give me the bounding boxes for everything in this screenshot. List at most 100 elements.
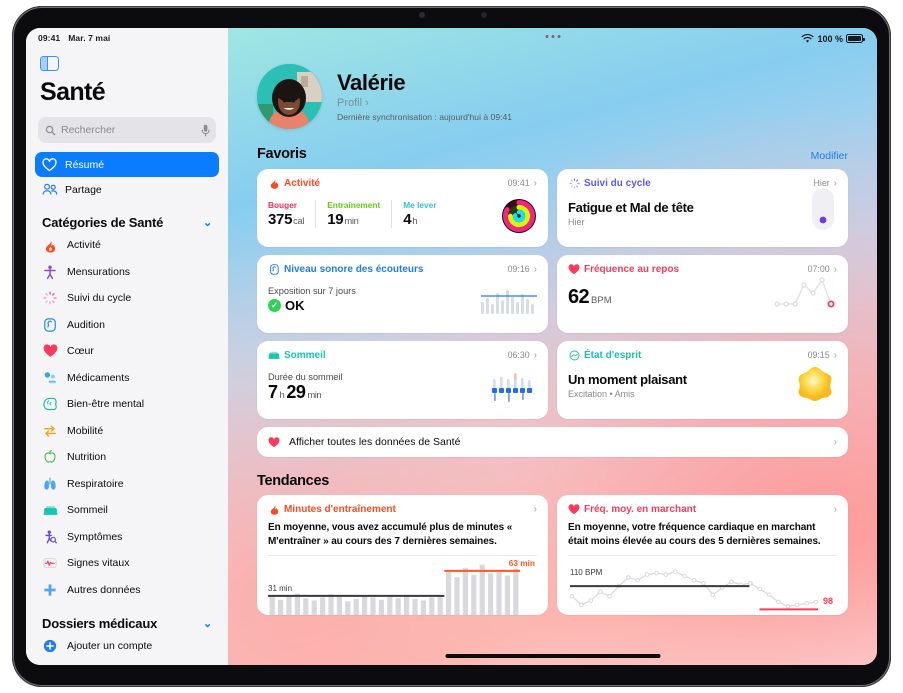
card-header: Minutes d'entraînement › xyxy=(268,503,537,515)
sleep-hours-unit: h xyxy=(279,390,285,401)
sidebar-records-label: Dossiers médicaux xyxy=(42,616,158,631)
sidebar-records-list: Ajouter un compte xyxy=(26,633,228,660)
card-header: Suivi du cycle Hier › xyxy=(568,177,837,189)
sidebar-item-medicaments[interactable]: Médicaments xyxy=(35,365,219,392)
sidebar-item-label: Ajouter un compte xyxy=(67,640,153,653)
check-icon: ✓ xyxy=(268,299,281,312)
sidebar-item-label: Autres données xyxy=(67,583,141,596)
sidebar-item-label: Signes vitaux xyxy=(67,557,130,570)
search-input[interactable] xyxy=(61,124,196,136)
sidebar-item-autres-donnees[interactable]: Autres données xyxy=(35,577,219,604)
card-state-of-mind[interactable]: État d'esprit 09:15 › Un moment plaisant… xyxy=(557,341,848,419)
metric-value: 375 xyxy=(268,211,293,228)
card-title: Activité xyxy=(284,177,321,189)
page-title: Santé xyxy=(40,78,106,106)
card-title: Fréquence au repos xyxy=(584,263,680,275)
show-all-health-data-row[interactable]: Afficher toutes les données de Santé › xyxy=(257,427,848,457)
chart-highlight-label: 63 min xyxy=(508,558,535,568)
card-headphone-levels[interactable]: Niveau sonore des écouteurs 09:16 › Expo… xyxy=(257,255,548,333)
headphone-summary: Exposition sur 7 jours ✓ OK xyxy=(268,286,356,313)
heart-icon xyxy=(42,343,58,359)
sidebar-item-label: Suivi du cycle xyxy=(67,292,132,305)
lungs-icon xyxy=(42,476,58,492)
sidebar-toggle-icon[interactable] xyxy=(40,56,59,71)
sidebar-item-bien-etre-mental[interactable]: Bien-être mental xyxy=(35,391,219,418)
sidebar-item-coeur[interactable]: Cœur xyxy=(35,338,219,365)
card-cycle-tracking[interactable]: Suivi du cycle Hier › Fatigue et Mal de … xyxy=(557,169,848,247)
trends-title: Tendances xyxy=(257,473,329,489)
brain-icon xyxy=(42,396,58,412)
chevron-down-icon[interactable]: ⌄ xyxy=(203,617,212,630)
flame-icon xyxy=(268,177,280,189)
scroll-area[interactable]: Valérie Profil › Dernière synchronisatio… xyxy=(228,49,877,665)
card-title: État d'esprit xyxy=(584,349,642,361)
battery-full-icon xyxy=(846,34,865,43)
people-icon xyxy=(42,182,57,197)
wifi-icon xyxy=(801,33,815,43)
profile-link[interactable]: Profil › xyxy=(337,97,512,109)
cycle-headline: Fatigue et Mal de tête xyxy=(568,200,694,215)
plus-icon xyxy=(42,582,58,598)
chart-baseline-label: 110 BPM xyxy=(570,568,603,577)
home-indicator[interactable] xyxy=(445,654,660,658)
card-title: Niveau sonore des écouteurs xyxy=(284,263,424,275)
sidebar-item-activite[interactable]: Activité xyxy=(35,232,219,259)
sidebar-item-label: Médicaments xyxy=(67,371,130,384)
favorites-title: Favoris xyxy=(257,146,307,162)
sidebar-item-nutrition[interactable]: Nutrition xyxy=(35,444,219,471)
mobility-icon xyxy=(42,423,58,439)
sidebar-status-bar: 09:41 Mar. 7 mai xyxy=(26,28,228,48)
multitasking-handle-icon[interactable] xyxy=(545,35,560,38)
avatar[interactable] xyxy=(257,64,322,129)
battery-percent-label: 100 % xyxy=(817,33,843,44)
sidebar-category-list: Activité Mensurations Suivi du cycle Aud… xyxy=(26,232,228,603)
chevron-down-icon[interactable]: ⌄ xyxy=(203,216,212,229)
sidebar-item-mobilite[interactable]: Mobilité xyxy=(35,418,219,445)
chart-highlight-label: 98 xyxy=(822,596,833,606)
sidebar-item-sommeil[interactable]: Sommeil xyxy=(35,497,219,524)
mind-headline: Un moment plaisant xyxy=(568,372,687,387)
edit-favorites-button[interactable]: Modifier xyxy=(811,150,848,162)
sidebar-item-mensurations[interactable]: Mensurations xyxy=(35,259,219,286)
pills-icon xyxy=(42,370,58,386)
walking-hr-chart: 110 BPM 98 xyxy=(568,558,837,615)
card-time: 09:15 xyxy=(807,350,830,360)
sidebar-item-respiratoire[interactable]: Respiratoire xyxy=(35,471,219,498)
sidebar-item-resume[interactable]: Résumé xyxy=(35,152,219,177)
chevron-right-icon: › xyxy=(833,436,837,448)
metric-label: Bouger xyxy=(268,200,298,210)
trend-card-exercise-minutes[interactable]: Minutes d'entraînement › En moyenne, vou… xyxy=(257,495,548,615)
sidebar-item-signes-vitaux[interactable]: Signes vitaux xyxy=(35,550,219,577)
card-title: Minutes d'entraînement xyxy=(284,503,396,515)
sidebar-item-label: Activité xyxy=(67,239,101,252)
trends-grid: Minutes d'entraînement › En moyenne, vou… xyxy=(228,495,877,615)
sidebar-records-header[interactable]: Dossiers médicaux ⌄ xyxy=(26,616,228,631)
exposure-label: Exposition sur 7 jours xyxy=(268,286,356,296)
microphone-icon[interactable] xyxy=(201,124,210,137)
metric-move: Bouger 375cal xyxy=(268,200,315,228)
trend-card-walking-heart-rate[interactable]: Fréq. moy. en marchant › En moyenne, vot… xyxy=(557,495,848,615)
card-resting-heart-rate[interactable]: Fréquence au repos 07:00 › 62 BPM xyxy=(557,255,848,333)
card-sleep[interactable]: Sommeil 06:30 › Durée du sommeil 7 h 29 … xyxy=(257,341,548,419)
profile-header[interactable]: Valérie Profil › Dernière synchronisatio… xyxy=(228,49,877,129)
sidebar-item-audition[interactable]: Audition xyxy=(35,312,219,339)
plus-circle-icon xyxy=(42,638,58,654)
metric-exercise: Entraînement 19min xyxy=(315,200,391,228)
sidebar-item-ajouter-un-compte[interactable]: Ajouter un compte xyxy=(35,633,219,660)
sidebar-categories-header[interactable]: Catégories de Santé ⌄ xyxy=(26,215,228,230)
sidebar-item-partage[interactable]: Partage xyxy=(35,177,219,202)
mind-summary: Un moment plaisant Excitation • Amis xyxy=(568,372,687,399)
last-sync-text: Dernière synchronisation : aujourd'hui à… xyxy=(337,112,513,123)
sidebar-item-symptomes[interactable]: Symptômes xyxy=(35,524,219,551)
sleep-minutes: 29 xyxy=(286,382,306,402)
hr-line-chart xyxy=(774,271,837,311)
chart-baseline-label: 31 min xyxy=(268,584,293,593)
ear-icon xyxy=(42,317,58,333)
card-time: 09:16 xyxy=(507,264,530,274)
search-bar[interactable] xyxy=(38,117,216,143)
card-header: Activité 09:41 › xyxy=(268,177,537,189)
profile-text: Valérie Profil › Dernière synchronisatio… xyxy=(337,70,513,123)
card-activity[interactable]: Activité 09:41 › Bouger 375cal Entraînem… xyxy=(257,169,548,247)
sidebar-item-suivi-du-cycle[interactable]: Suivi du cycle xyxy=(35,285,219,312)
card-time: 09:41 xyxy=(507,178,530,188)
